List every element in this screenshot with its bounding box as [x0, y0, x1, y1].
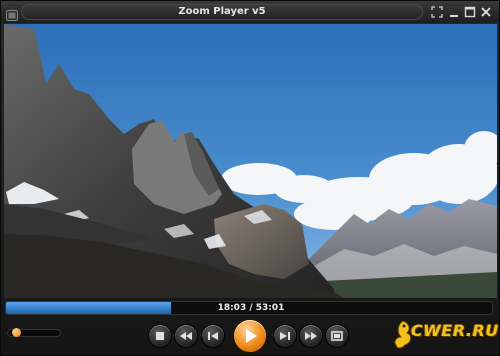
fast-forward-button[interactable]	[300, 325, 322, 347]
site-watermark: CWER.RU	[393, 317, 499, 355]
time-display: 18:03 / 53:01	[217, 303, 285, 313]
skip-next-icon	[280, 332, 290, 340]
transport-controls	[147, 319, 353, 353]
maximize-icon[interactable]	[464, 6, 476, 18]
frame-step-button[interactable]	[326, 325, 348, 347]
rewind-button[interactable]	[175, 325, 197, 347]
player-window: Zoom Player v5 18:03 / 53:01 CWER.RU	[0, 0, 500, 356]
minimize-icon[interactable]	[448, 6, 460, 18]
close-icon[interactable]	[480, 6, 492, 18]
title-pill: Zoom Player v5	[21, 4, 423, 20]
stop-button[interactable]	[149, 325, 171, 347]
zoom-player-logo-icon[interactable]	[6, 6, 18, 21]
volume-slider[interactable]	[7, 328, 61, 337]
fast-forward-icon	[305, 332, 317, 340]
previous-button[interactable]	[202, 325, 224, 347]
title-bar[interactable]: Zoom Player v5	[1, 1, 499, 23]
video-display[interactable]	[4, 24, 497, 298]
watermark-text: CWER.RU	[411, 321, 499, 340]
play-icon	[246, 329, 257, 343]
skip-previous-icon	[208, 332, 218, 340]
volume-knob[interactable]	[11, 328, 21, 337]
play-button[interactable]	[234, 320, 266, 352]
frame-step-icon	[331, 331, 343, 341]
next-button[interactable]	[274, 325, 296, 347]
window-title: Zoom Player v5	[178, 6, 266, 17]
stop-icon	[156, 332, 164, 340]
fullscreen-icon[interactable]	[431, 6, 443, 18]
rewind-icon	[180, 332, 192, 340]
